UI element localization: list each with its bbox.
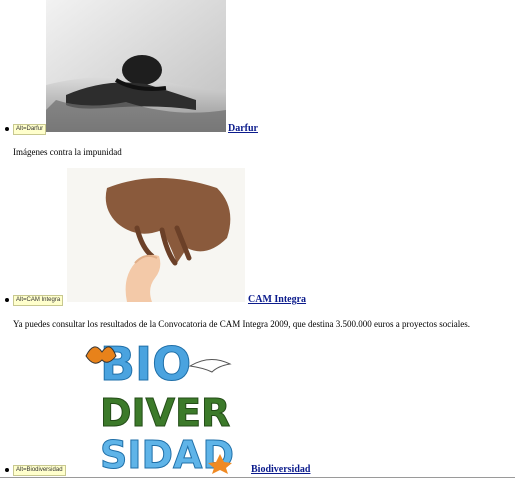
bullet bbox=[5, 298, 9, 302]
alt-text-badge: Alt=CAM Integra bbox=[13, 295, 64, 306]
list-item-biodiversidad: BIO DIVER SIDAD Alt=Biodiversidad Biodiv… bbox=[0, 336, 515, 478]
list-item-darfur: Alt=Darfur Darfur Imágenes contra la imp… bbox=[0, 0, 515, 160]
divider bbox=[0, 477, 515, 478]
list-item-cam-integra: Alt=CAM Integra CAM Integra Ya puedes co… bbox=[0, 168, 515, 338]
hands-photo-image bbox=[67, 168, 245, 302]
cam-integra-photo[interactable] bbox=[67, 168, 245, 302]
darfur-photo-image bbox=[46, 0, 226, 132]
svg-text:DIVER: DIVER bbox=[100, 391, 230, 435]
darfur-link[interactable]: Darfur bbox=[228, 123, 258, 134]
biodiversidad-link[interactable]: Biodiversidad bbox=[251, 464, 310, 475]
biodiversidad-logo-image: BIO DIVER SIDAD bbox=[80, 336, 248, 474]
darfur-description: Imágenes contra la impunidad bbox=[13, 147, 122, 157]
cam-integra-description: Ya puedes consultar los resultados de la… bbox=[13, 319, 470, 329]
alt-text-badge: Alt=Darfur bbox=[13, 124, 47, 135]
biodiversidad-logo[interactable]: BIO DIVER SIDAD bbox=[80, 336, 248, 474]
alt-text-badge: Alt=Biodiversidad bbox=[13, 465, 66, 476]
cam-integra-link[interactable]: CAM Integra bbox=[248, 294, 306, 305]
bullet bbox=[5, 127, 9, 131]
svg-text:BIO: BIO bbox=[100, 337, 191, 391]
bullet bbox=[5, 468, 9, 472]
darfur-photo[interactable] bbox=[46, 0, 226, 132]
